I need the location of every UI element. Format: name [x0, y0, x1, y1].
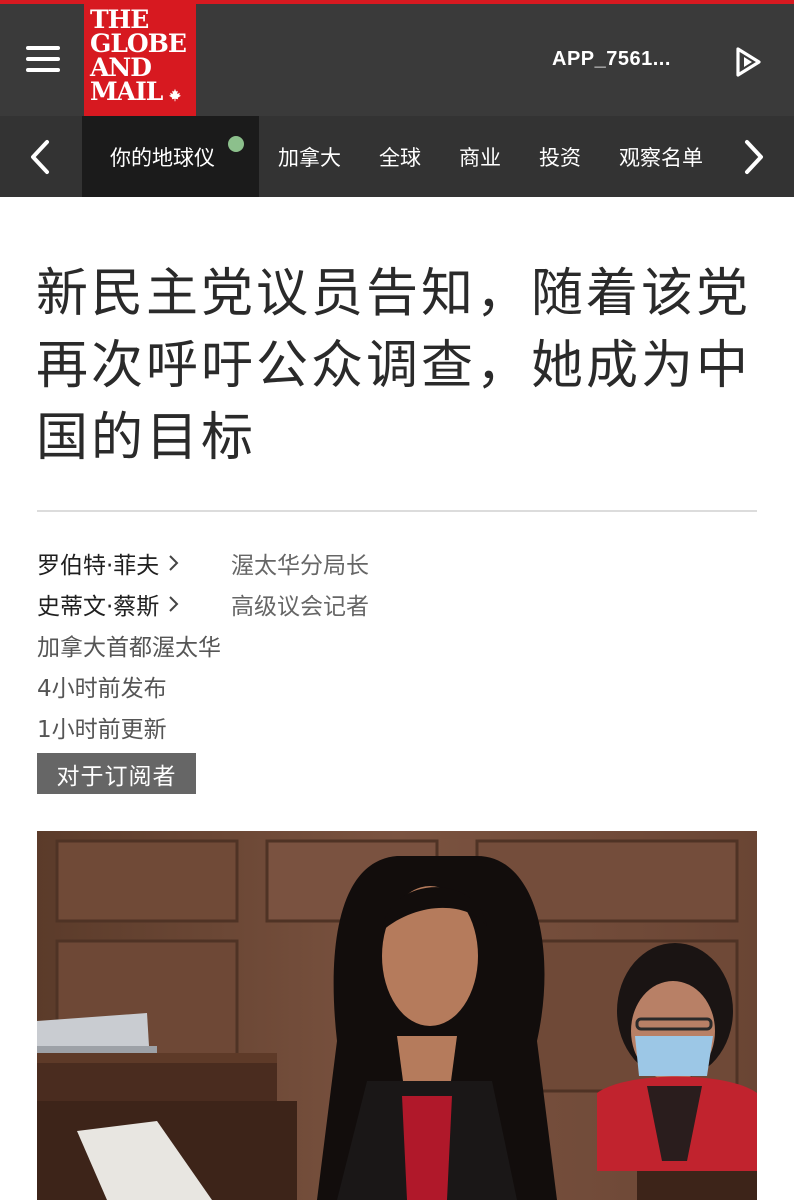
nav-item-label: 加拿大 — [278, 145, 341, 170]
nav-item-label: 你的地球仪 — [110, 145, 215, 170]
article-photo[interactable] — [37, 831, 757, 1200]
menu-icon[interactable] — [26, 44, 62, 74]
updated-time: 1小时前更新 — [37, 717, 167, 743]
globe-and-mail-logo[interactable]: THE GLOBE AND MAIL — [84, 4, 196, 116]
author-role: 高级议会记者 — [231, 594, 369, 620]
chevron-right-icon — [745, 139, 763, 174]
nav-item-canada[interactable]: 加拿大 — [259, 116, 360, 197]
maple-leaf-icon — [169, 88, 181, 102]
nav-scroll-right-button[interactable] — [724, 116, 784, 197]
nav-item-label: 商业 — [459, 145, 501, 170]
article-headline: 新民主党议员告知，随着该党再次呼吁公众调查，她成为中国的目标 — [36, 264, 752, 468]
author-link[interactable]: 罗伯特·菲夫 — [37, 546, 231, 580]
section-nav: 你的地球仪 加拿大 全球 商业 投资 观察名单 — [0, 116, 794, 197]
byline-row: 史蒂文·蔡斯 高级议会记者 — [37, 587, 369, 621]
play-icon[interactable] — [734, 46, 762, 78]
article-page: THE GLOBE AND MAIL APP_7561... 你的地球仪 加拿大… — [0, 0, 794, 1200]
site-header: THE GLOBE AND MAIL APP_7561... — [0, 4, 794, 116]
author-name: 罗伯特·菲夫 — [37, 553, 160, 579]
nav-item-your-globe[interactable]: 你的地球仪 — [82, 116, 259, 197]
status-dot — [228, 136, 244, 152]
author-link[interactable]: 史蒂文·蔡斯 — [37, 587, 231, 621]
chevron-right-icon — [169, 596, 179, 612]
nav-item-world[interactable]: 全球 — [360, 116, 440, 197]
chevron-left-icon — [31, 139, 49, 174]
nav-item-watchlist[interactable]: 观察名单 — [600, 116, 722, 197]
subscriber-badge: 对于订阅者 — [37, 753, 196, 794]
byline-row: 罗伯特·菲夫 渥太华分局长 — [37, 546, 369, 580]
nav-item-business[interactable]: 商业 — [440, 116, 520, 197]
nav-item-investing[interactable]: 投资 — [520, 116, 600, 197]
app-id-label: APP_7561... — [552, 48, 671, 70]
chevron-right-icon — [169, 555, 179, 571]
dateline-location: 加拿大首都渥太华 — [37, 635, 221, 661]
nav-item-label: 全球 — [379, 145, 421, 170]
nav-items: 你的地球仪 加拿大 全球 商业 投资 观察名单 — [82, 116, 722, 197]
nav-item-label: 观察名单 — [619, 145, 703, 170]
photo-illustration — [37, 831, 757, 1200]
author-role: 渥太华分局长 — [231, 553, 369, 579]
published-time: 4小时前发布 — [37, 676, 167, 702]
headline-divider — [37, 510, 757, 512]
author-name: 史蒂文·蔡斯 — [37, 594, 160, 620]
nav-item-label: 投资 — [539, 145, 581, 170]
nav-scroll-left-button[interactable] — [10, 116, 70, 197]
